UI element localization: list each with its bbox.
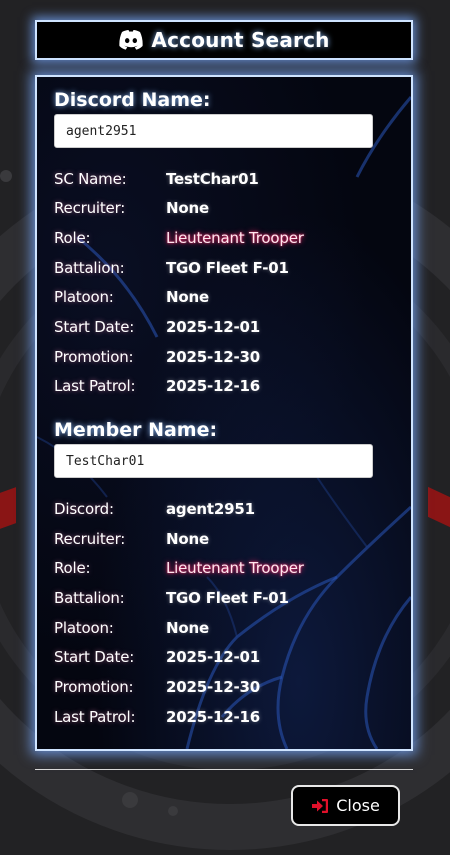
discord-icon bbox=[119, 30, 144, 50]
info-row-battalion: Battalion: TGO Fleet F-01 bbox=[54, 258, 394, 278]
info-label: Role: bbox=[54, 229, 91, 247]
sign-out-icon bbox=[312, 798, 329, 813]
info-value: 2025-12-30 bbox=[166, 678, 260, 696]
info-label: Start Date: bbox=[54, 648, 135, 666]
discord-name-input[interactable]: agent2951 bbox=[54, 114, 373, 148]
info-row-battalion: Battalion: TGO Fleet F-01 bbox=[54, 588, 394, 608]
background-red-mark bbox=[0, 487, 16, 529]
background-dot bbox=[168, 806, 178, 816]
results-panel: Discord Name: agent2951 SC Name: TestCha… bbox=[35, 75, 413, 751]
info-label: Battalion: bbox=[54, 259, 125, 277]
member-name-input[interactable]: TestChar01 bbox=[54, 444, 373, 478]
info-row-discord: Discord: agent2951 bbox=[54, 499, 394, 519]
info-row-sc-name: SC Name: TestChar01 bbox=[54, 169, 394, 189]
role-value: Lieutenant Trooper bbox=[166, 229, 304, 247]
info-value: agent2951 bbox=[166, 500, 255, 518]
info-value: 2025-12-01 bbox=[166, 318, 260, 336]
modal-header: Account Search bbox=[35, 20, 413, 60]
info-value: TGO Fleet F-01 bbox=[166, 589, 289, 607]
footer-divider bbox=[35, 769, 413, 770]
close-button-label: Close bbox=[336, 796, 380, 815]
info-row-start-date: Start Date: 2025-12-01 bbox=[54, 317, 394, 337]
info-label: Platoon: bbox=[54, 619, 114, 637]
info-value: 2025-12-16 bbox=[166, 377, 260, 395]
info-label: Last Patrol: bbox=[54, 377, 136, 395]
info-label: Recruiter: bbox=[54, 530, 126, 548]
background-dot bbox=[0, 170, 12, 182]
account-search-modal: Account Search Discord Name: agent2951 S… bbox=[0, 0, 450, 855]
info-value: 2025-12-30 bbox=[166, 348, 260, 366]
info-row-start-date: Start Date: 2025-12-01 bbox=[54, 647, 394, 667]
info-value: TestChar01 bbox=[166, 170, 259, 188]
info-label: Role: bbox=[54, 559, 91, 577]
member-name-heading: Member Name: bbox=[54, 419, 218, 441]
info-label: Recruiter: bbox=[54, 199, 126, 217]
info-value: None bbox=[166, 288, 209, 306]
info-label: Promotion: bbox=[54, 348, 134, 366]
info-label: Start Date: bbox=[54, 318, 135, 336]
info-label: SC Name: bbox=[54, 170, 127, 188]
discord-name-heading: Discord Name: bbox=[54, 89, 211, 111]
info-label: Promotion: bbox=[54, 678, 134, 696]
info-value: None bbox=[166, 619, 209, 637]
info-value: TGO Fleet F-01 bbox=[166, 259, 289, 277]
info-row-promotion: Promotion: 2025-12-30 bbox=[54, 677, 394, 697]
modal-title: Account Search bbox=[151, 28, 330, 52]
info-label: Discord: bbox=[54, 500, 114, 518]
info-row-recruiter: Recruiter: None bbox=[54, 198, 394, 218]
info-row-role: Role: Lieutenant Trooper bbox=[54, 558, 394, 578]
info-value: 2025-12-16 bbox=[166, 708, 260, 726]
info-label: Battalion: bbox=[54, 589, 125, 607]
info-label: Platoon: bbox=[54, 288, 114, 306]
info-row-platoon: Platoon: None bbox=[54, 287, 394, 307]
info-value: None bbox=[166, 530, 209, 548]
info-label: Last Patrol: bbox=[54, 708, 136, 726]
info-row-role: Role: Lieutenant Trooper bbox=[54, 228, 394, 248]
info-row-last-patrol: Last Patrol: 2025-12-16 bbox=[54, 707, 394, 727]
role-value: Lieutenant Trooper bbox=[166, 559, 304, 577]
info-row-last-patrol: Last Patrol: 2025-12-16 bbox=[54, 376, 394, 396]
close-button[interactable]: Close bbox=[291, 785, 400, 826]
info-row-recruiter: Recruiter: None bbox=[54, 529, 394, 549]
info-row-platoon: Platoon: None bbox=[54, 618, 394, 638]
info-value: 2025-12-01 bbox=[166, 648, 260, 666]
background-dot bbox=[122, 792, 138, 808]
info-value: None bbox=[166, 199, 209, 217]
info-row-promotion: Promotion: 2025-12-30 bbox=[54, 347, 394, 367]
